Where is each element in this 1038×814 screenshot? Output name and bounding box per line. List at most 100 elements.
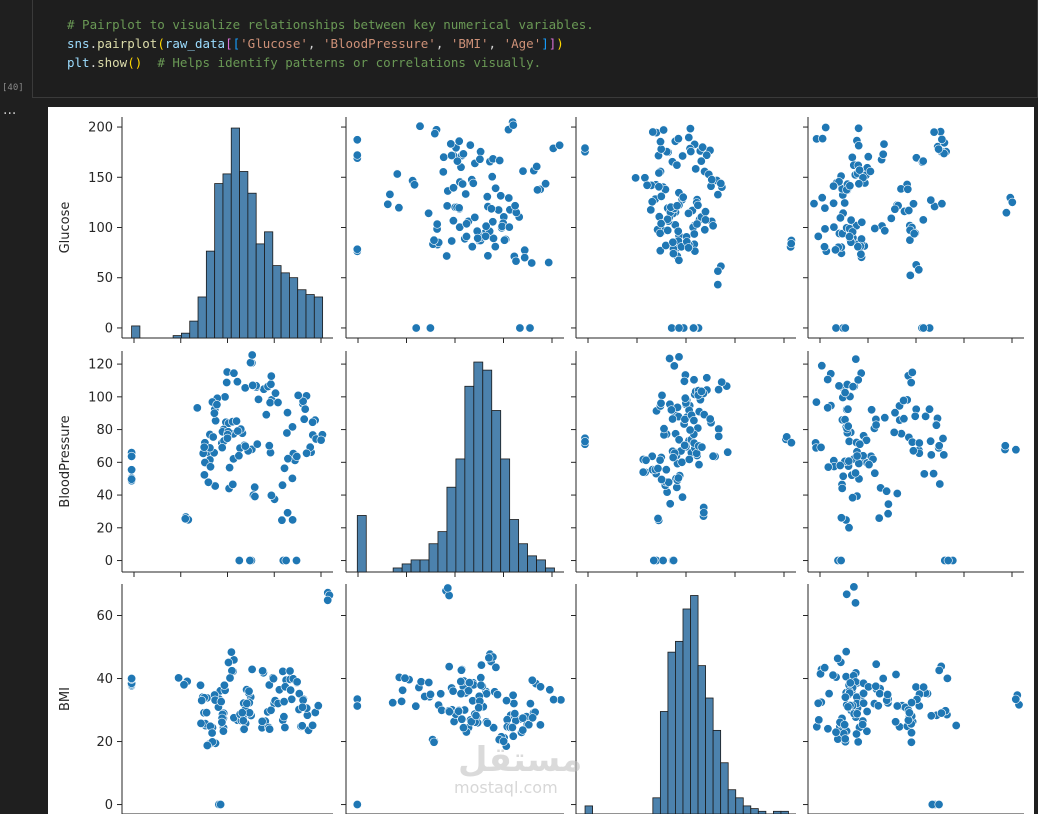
- scatter-point: [851, 729, 861, 739]
- scatter-point: [818, 134, 828, 144]
- scatter-point: [518, 166, 528, 176]
- scatter-point: [278, 480, 288, 490]
- code-token: .: [89, 55, 98, 70]
- scatter-point: [673, 134, 683, 144]
- scatter-point: [474, 703, 484, 713]
- scatter-point: [232, 377, 242, 387]
- scatter-point: [218, 726, 228, 736]
- scatter-point: [217, 717, 227, 727]
- scatter-point: [910, 411, 920, 421]
- y-axis-label: Glucose: [58, 202, 73, 254]
- scatter-point: [840, 720, 850, 730]
- code-token: 'Age': [503, 36, 542, 51]
- scatter-point: [247, 664, 257, 674]
- scatter-point: [482, 718, 492, 728]
- histogram-bar: [189, 320, 199, 339]
- scatter-point: [462, 219, 472, 229]
- scatter-point: [631, 173, 641, 183]
- y-tick-label: 0: [105, 798, 113, 813]
- scatter-point: [463, 686, 473, 696]
- scatter-point: [659, 125, 669, 135]
- scatter-point: [821, 122, 831, 132]
- scatter-point: [939, 450, 949, 460]
- code-token: [: [232, 36, 241, 51]
- scatter-point: [879, 139, 889, 149]
- scatter-point: [871, 420, 881, 430]
- scatter-point: [292, 677, 302, 687]
- scatter-point: [518, 725, 528, 735]
- scatter-point: [202, 708, 212, 718]
- y-tick-label: 50: [96, 271, 113, 286]
- scatter-point: [653, 463, 663, 473]
- scatter-point: [696, 386, 706, 396]
- scatter-point: [484, 653, 494, 663]
- scatter-point: [823, 462, 833, 472]
- code-token: pairplot: [97, 36, 158, 51]
- scatter-point: [809, 199, 819, 209]
- scatter-point: [840, 323, 850, 333]
- scatter-point: [174, 673, 184, 683]
- scatter-point: [889, 427, 899, 437]
- scatter-point: [203, 477, 213, 487]
- scatter-point: [708, 451, 718, 461]
- scatter-point: [830, 245, 840, 255]
- scatter-point: [454, 706, 464, 716]
- scatter-point: [638, 467, 648, 477]
- scatter-point: [216, 697, 226, 707]
- scatter-point: [580, 143, 590, 153]
- scatter-point: [890, 204, 900, 214]
- scatter-point: [299, 414, 309, 424]
- scatter-point: [496, 191, 506, 201]
- y-tick-label: 100: [88, 390, 113, 405]
- y-tick-label: 40: [96, 672, 113, 687]
- code-editor[interactable]: # Pairplot to visualize relationships be…: [32, 0, 1038, 98]
- histogram-bar: [437, 531, 448, 573]
- histogram-bar: [288, 277, 299, 339]
- scatter-point: [696, 156, 706, 166]
- scatter-point: [833, 653, 843, 663]
- scatter-point: [269, 674, 279, 684]
- scatter-point: [843, 421, 853, 431]
- scatter-point: [668, 452, 678, 462]
- cell-output: 0 50 100 150 200 Glucose 0 20 40 60 80 100 120 BloodP…: [48, 107, 1034, 814]
- scatter-point: [713, 266, 723, 276]
- scatter-point: [222, 433, 232, 443]
- scatter-point: [293, 390, 303, 400]
- histogram-bar: [428, 543, 439, 573]
- scatter-point: [429, 737, 439, 747]
- code-token: ): [556, 36, 564, 51]
- scatter-point: [906, 728, 916, 738]
- scatter-point: [934, 441, 944, 451]
- scatter-point: [851, 354, 861, 364]
- histogram-bar: [280, 272, 290, 339]
- scatter-point: [716, 179, 726, 189]
- scatter-point: [820, 663, 830, 673]
- scatter-point: [665, 354, 675, 364]
- scatter-point: [209, 408, 219, 418]
- scatter-point: [429, 235, 439, 245]
- scatter-point: [280, 463, 290, 473]
- scatter-point: [448, 686, 458, 696]
- y-axis-label: BloodPressure: [58, 415, 73, 507]
- scatter-point: [1001, 208, 1011, 218]
- watermark-url: mostaql.com: [454, 778, 558, 797]
- scatter-point: [914, 265, 924, 275]
- scatter-point: [549, 695, 559, 705]
- scatter-point: [432, 219, 442, 229]
- scatter-point: [468, 178, 478, 188]
- scatter-point: [302, 448, 312, 458]
- scatter-point: [684, 132, 694, 142]
- scatter-point: [528, 713, 538, 723]
- scatter-point: [714, 385, 724, 395]
- scatter-point: [220, 392, 230, 402]
- scatter-point: [532, 185, 542, 195]
- scatter-point: [313, 701, 323, 711]
- output-more-icon[interactable]: ...: [3, 102, 16, 118]
- scatter-point: [225, 673, 235, 683]
- scatter-point: [266, 379, 276, 389]
- scatter-point: [918, 323, 928, 333]
- scatter-point: [464, 678, 474, 688]
- scatter-point: [266, 705, 276, 715]
- scatter-point: [909, 229, 919, 239]
- histogram-bar: [401, 563, 412, 573]
